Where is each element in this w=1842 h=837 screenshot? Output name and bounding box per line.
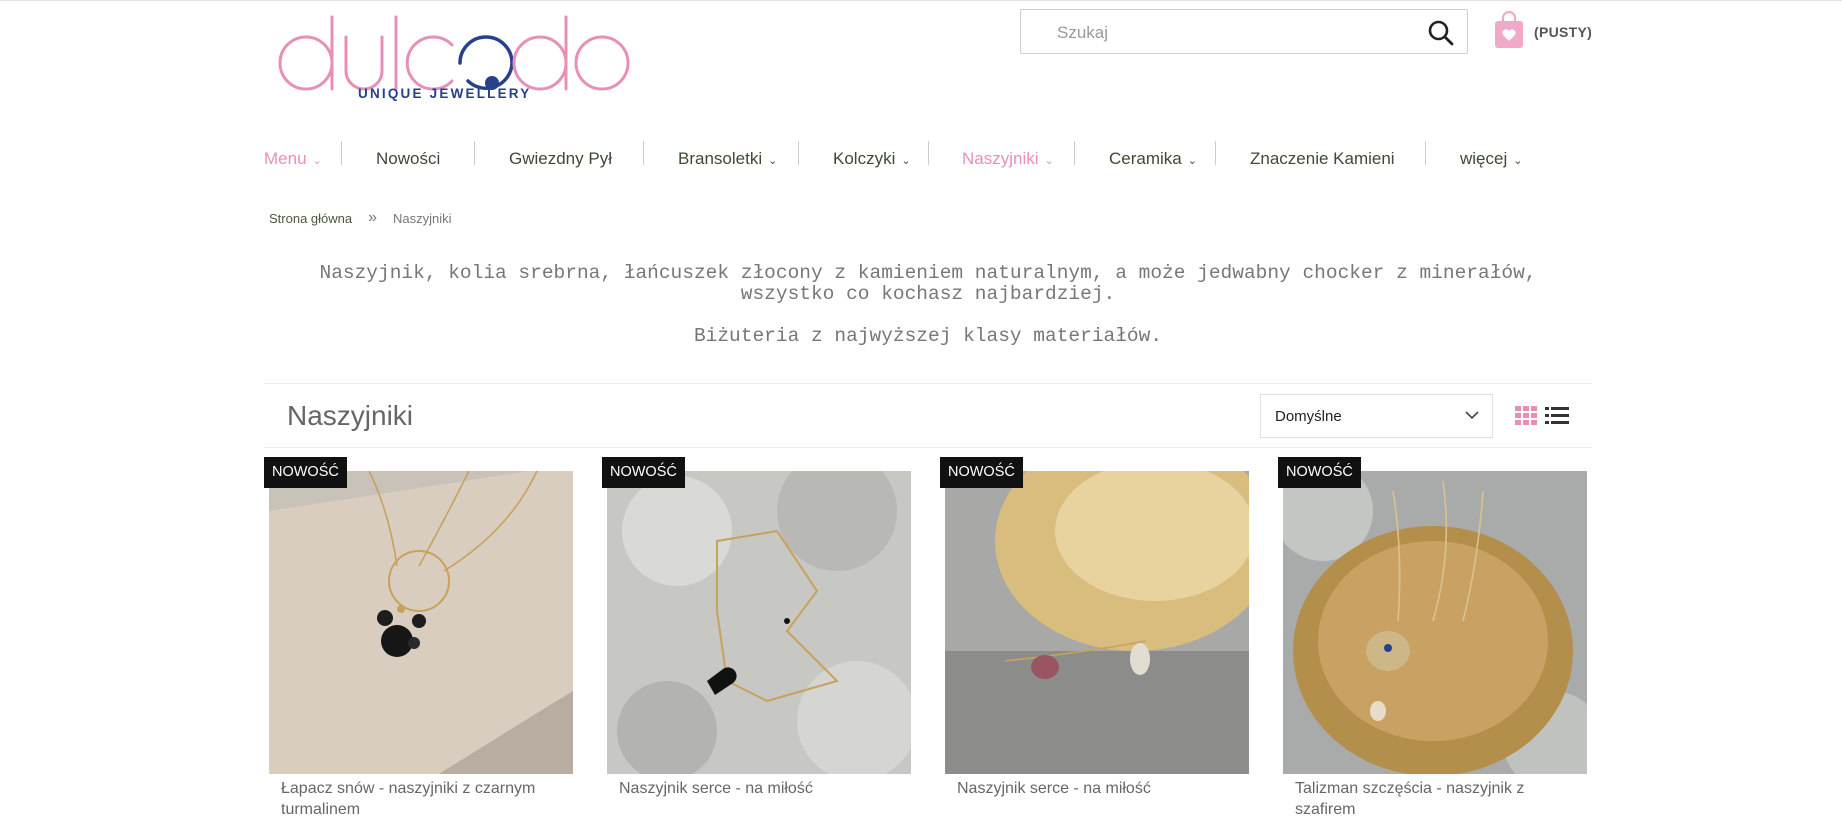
nav-item-nowosci[interactable]: Nowości — [376, 148, 440, 170]
chevron-down-icon: ⌄ — [901, 154, 911, 167]
nav-item-naszyjniki[interactable]: Naszyjniki ⌄ — [962, 148, 1054, 170]
product-image[interactable] — [945, 471, 1249, 774]
chevron-down-icon: ⌄ — [1044, 154, 1054, 167]
description-line: Naszyjnik, kolia srebrna, łańcuszek złoc… — [264, 263, 1592, 305]
shopping-bag-heart-icon — [1494, 10, 1524, 54]
sort-selected-value: Domyślne — [1275, 407, 1342, 425]
logo-tagline: UNIQUE JEWELLERY — [358, 86, 532, 101]
nav-divider — [1215, 141, 1216, 165]
sort-select[interactable]: Domyślne — [1260, 394, 1493, 438]
page: UNIQUE JEWELLERY (PUSTY) Menu ⌄ — [0, 1, 1842, 837]
chevron-down-icon: ⌄ — [1513, 154, 1523, 167]
nav-item-wiecej[interactable]: więcej ⌄ — [1460, 148, 1522, 170]
cart-button[interactable]: (PUSTY) — [1494, 10, 1593, 54]
nav-divider — [1425, 141, 1426, 165]
main-nav: Menu ⌄ Nowości Gwiezdny Pył Bransoletki … — [264, 141, 1592, 177]
product-image[interactable] — [269, 471, 573, 774]
category-title: Naszyjniki — [287, 400, 414, 431]
chevron-down-icon: ⌄ — [1187, 154, 1197, 167]
description-line-3: Biżuteria z najwyższej klasy materiałów. — [693, 325, 1163, 347]
nav-divider — [341, 141, 342, 165]
new-badge: NOWOŚĆ — [1278, 457, 1361, 488]
chevron-down-icon: ⌄ — [768, 154, 778, 167]
breadcrumb-separator: » — [368, 209, 378, 226]
grid-view-icon[interactable] — [1515, 406, 1537, 426]
divider — [264, 383, 1592, 384]
nav-item-ceramika[interactable]: Ceramika ⌄ — [1109, 148, 1197, 170]
nav-item-bransoletki[interactable]: Bransoletki ⌄ — [678, 148, 777, 170]
nav-divider — [474, 141, 475, 165]
new-badge: NOWOŚĆ — [940, 457, 1023, 488]
nav-label-menu: Menu — [264, 149, 307, 168]
product-image[interactable] — [607, 471, 911, 774]
product-image[interactable] — [1283, 471, 1587, 774]
cart-status-label: (PUSTY) — [1534, 24, 1593, 40]
breadcrumb: Strona główna » Naszyjniki — [269, 209, 452, 227]
search-input[interactable] — [1021, 10, 1439, 55]
category-description: Naszyjnik, kolia srebrna, łańcuszek złoc… — [264, 263, 1592, 347]
nav-label-bransoletki: Bransoletki — [678, 149, 763, 168]
product-name[interactable]: Łapacz snów - naszyjniki z czarnym turma… — [281, 778, 565, 820]
product-name[interactable]: Talizman szczęścia - naszyjnik z szafire… — [1295, 778, 1579, 820]
nav-item-gwiezdny-pyl[interactable]: Gwiezdny Pył — [509, 148, 612, 170]
nav-item-znaczenie-kamieni[interactable]: Znaczenie Kamieni — [1250, 148, 1395, 170]
new-badge: NOWOŚĆ — [264, 457, 347, 488]
chevron-down-icon — [1464, 407, 1480, 427]
nav-label-wiecej: więcej — [1460, 149, 1508, 168]
divider — [264, 447, 1592, 448]
nav-item-menu[interactable]: Menu ⌄ — [264, 148, 322, 170]
nav-divider — [1074, 141, 1075, 165]
nav-divider — [643, 141, 644, 165]
search-box — [1020, 9, 1468, 55]
nav-divider — [928, 141, 929, 165]
list-view-icon[interactable] — [1545, 406, 1569, 426]
nav-label-ceramika: Ceramika — [1109, 149, 1182, 168]
nav-item-kolczyki[interactable]: Kolczyki ⌄ — [833, 148, 911, 170]
nav-divider — [798, 141, 799, 165]
new-badge: NOWOŚĆ — [602, 457, 685, 488]
product-name[interactable]: Naszyjnik serce - na miłość — [619, 778, 903, 799]
brand-logo[interactable]: UNIQUE JEWELLERY — [272, 13, 632, 109]
nav-label-nowosci: Nowości — [376, 149, 441, 168]
nav-label-gwiezdny-pyl: Gwiezdny Pył — [509, 149, 612, 168]
chevron-down-icon: ⌄ — [312, 154, 322, 167]
description-line-1: Naszyjnik, kolia srebrna, łańcuszek złoc… — [319, 262, 1537, 284]
breadcrumb-home-link[interactable]: Strona główna — [269, 211, 352, 226]
nav-label-znaczenie-kamieni: Znaczenie Kamieni — [1250, 149, 1395, 168]
search-icon[interactable] — [1427, 19, 1455, 47]
product-name[interactable]: Naszyjnik serce - na miłość — [957, 778, 1241, 799]
nav-label-kolczyki: Kolczyki — [833, 149, 896, 168]
breadcrumb-current: Naszyjniki — [393, 210, 452, 226]
nav-label-naszyjniki: Naszyjniki — [962, 149, 1039, 168]
description-line-2: wszystko co kochasz najbardziej. — [740, 283, 1116, 305]
